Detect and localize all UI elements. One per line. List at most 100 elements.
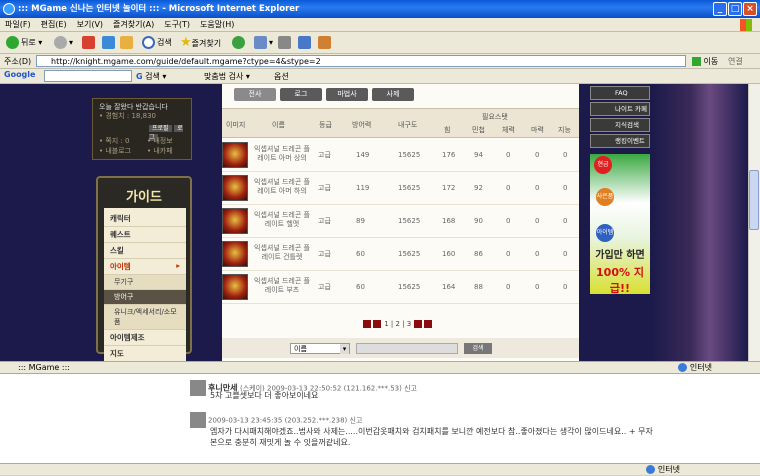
- item-name[interactable]: 익셉셔널 드레곤 플레이트 부츠: [252, 277, 312, 295]
- item-def: 119: [356, 184, 370, 192]
- back-button[interactable]: 뒤로 ▾: [6, 35, 42, 51]
- item-str: 164: [442, 283, 456, 291]
- mycafe-link[interactable]: • 내카페: [141, 147, 173, 156]
- spell-check-button[interactable]: 맞춤법 검사 ▾: [204, 71, 250, 82]
- item-str: 176: [442, 151, 456, 159]
- maximize-button[interactable]: □: [728, 2, 742, 16]
- menu-tools[interactable]: 도구(T): [159, 18, 195, 31]
- ad-line1: 가입만 하면: [595, 250, 645, 261]
- stop-button[interactable]: [82, 35, 97, 51]
- myinfo-link[interactable]: • 내정보: [141, 137, 173, 146]
- menu-view[interactable]: 보기(V): [72, 18, 108, 31]
- table-row[interactable]: 익셉셔널 드레곤 플레이트 아머 상의 고급 149 15625 176 94 …: [222, 139, 579, 172]
- scroll-thumb[interactable]: [749, 170, 759, 230]
- item-def: 149: [356, 151, 370, 159]
- gift-badge: 사은품: [596, 188, 614, 206]
- comment-text: 엠자가 다시패치해야겠죠..법사와 사제는.....이번갑옷패치와 검치패치를 …: [210, 427, 653, 436]
- go-button[interactable]: 이동: [692, 56, 718, 67]
- menu-help[interactable]: 도움말(H): [195, 18, 239, 31]
- search-type-select[interactable]: 이름 ▾: [290, 343, 350, 354]
- item-grade: 고급: [318, 217, 331, 225]
- menu-file[interactable]: 파일(F): [0, 18, 36, 31]
- guide-sub-unique[interactable]: 유니크/액세서리/소모품: [104, 305, 186, 330]
- forward-button[interactable]: ▾: [54, 35, 73, 51]
- guide-sub-armor[interactable]: 방어구: [104, 290, 186, 305]
- back-arrow-icon: [6, 36, 19, 49]
- options-button[interactable]: 옵션: [274, 71, 289, 82]
- item-grade: 고급: [318, 250, 331, 258]
- tab-warrior[interactable]: 전사: [234, 88, 276, 101]
- arrow-right-icon: ▸: [176, 261, 180, 270]
- knowledge-search-button[interactable]: 지식검색: [590, 118, 650, 132]
- history-button[interactable]: [232, 35, 247, 51]
- item-name[interactable]: 익셉셔널 드레곤 플레이트 건틀렛: [252, 244, 312, 262]
- header-dur: 내구도: [398, 121, 418, 129]
- last-page-button[interactable]: [424, 320, 433, 328]
- search-button[interactable]: 검색: [142, 35, 172, 51]
- signup-ad-banner[interactable]: 현금 사은품 아이템 가입만 하면 100% 지급!!: [590, 154, 650, 295]
- decorative-figure: [652, 84, 748, 361]
- item-str: 160: [442, 250, 456, 258]
- zone-text: 인터넷: [678, 362, 712, 374]
- favorites-button[interactable]: ★즐겨찾기: [180, 35, 221, 51]
- tab-mage[interactable]: 마법사: [326, 88, 368, 101]
- item-name[interactable]: 익셉셔널 드레곤 플레이트 아머 하의: [252, 178, 312, 196]
- pagination: 1 | 2 | 3: [362, 320, 433, 330]
- refresh-button[interactable]: [102, 35, 117, 51]
- item-name[interactable]: 익셉셔널 드레곤 플레이트 헬멧: [252, 211, 312, 229]
- table-row[interactable]: 익셉셔널 드레곤 플레이트 헬멧 고급 89 15625 168 90 0 0 …: [222, 205, 579, 238]
- note-link[interactable]: • 쪽지 : 0: [93, 137, 130, 146]
- search-icon: [142, 36, 155, 49]
- item-grade: 고급: [318, 283, 331, 291]
- comment-item: 2009-03-13 23:45:35 (203.252.***.238) 신고…: [190, 412, 660, 448]
- messenger-button[interactable]: [318, 35, 333, 51]
- menu-bar: 파일(F) 편집(E) 보기(V) 즐겨찾기(A) 도구(T) 도움말(H): [0, 18, 760, 32]
- print-button[interactable]: [278, 35, 293, 51]
- mail-icon: [254, 36, 267, 49]
- guide-item-item[interactable]: 아이템 ▸: [104, 259, 186, 275]
- menu-edit[interactable]: 편집(E): [36, 18, 72, 31]
- table-row[interactable]: 익셉셔널 드레곤 플레이트 부츠 고급 60 15625 164 88 0 0 …: [222, 271, 579, 304]
- guide-item-character[interactable]: 캐릭터: [104, 211, 186, 227]
- item-name[interactable]: 익셉셔널 드레곤 플레이트 아머 상의: [252, 145, 312, 163]
- google-search-input[interactable]: [44, 70, 132, 82]
- class-tabs: 전사 로그 마법사 사제: [234, 88, 418, 101]
- ranking-event-button[interactable]: 랭킹이벤트: [590, 134, 650, 148]
- myblog-link[interactable]: • 내블로그: [93, 147, 131, 156]
- page-numbers[interactable]: 1 | 2 | 3: [384, 320, 411, 328]
- menu-favorites[interactable]: 즐겨찾기(A): [108, 18, 159, 31]
- search-button[interactable]: 검색: [464, 343, 492, 354]
- edit-button[interactable]: [298, 35, 313, 51]
- tab-rogue[interactable]: 로그: [280, 88, 322, 101]
- guide-item-quest[interactable]: 퀘스트: [104, 227, 186, 243]
- guide-menu: 가이드 캐릭터 퀘스트 스킬 아이템 ▸ 무기구 방어구 유니크/액세서리/소모…: [96, 176, 192, 365]
- header-name: 이름: [272, 121, 285, 129]
- first-page-button[interactable]: [363, 320, 371, 328]
- comment-text-cont: 본으로 충분히 재밋게 놀 수 잇을꺼같네요.: [210, 438, 351, 447]
- tab-priest[interactable]: 사제: [372, 88, 414, 101]
- prev-page-button[interactable]: [373, 320, 381, 328]
- profile-button[interactable]: 프로필: [149, 125, 172, 132]
- google-search-button[interactable]: G 검색 ▾: [136, 71, 166, 82]
- knight-cafe-button[interactable]: 나이트 카페: [590, 102, 650, 116]
- search-row: 이름 ▾ 검색: [222, 338, 579, 358]
- mail-button[interactable]: ▾: [254, 35, 273, 51]
- frame-status-bar: ::: MGame ::: 인터넷: [0, 361, 760, 374]
- guide-item-map[interactable]: 지도: [104, 346, 186, 362]
- item-int: 0: [535, 217, 540, 225]
- home-button[interactable]: [120, 35, 135, 51]
- faq-button[interactable]: FAQ: [590, 86, 650, 100]
- guide-item-skill[interactable]: 스킬: [104, 243, 186, 259]
- minimize-button[interactable]: _: [713, 2, 727, 16]
- table-row[interactable]: 익셉셔널 드레곤 플레이트 아머 하의 고급 119 15625 172 92 …: [222, 172, 579, 205]
- next-page-button[interactable]: [414, 320, 423, 328]
- links-button[interactable]: 연결: [728, 56, 743, 67]
- item-dur: 15625: [398, 184, 421, 192]
- table-row[interactable]: 익셉셔널 드레곤 플레이트 건틀렛 고급 60 15625 160 86 0 0…: [222, 238, 579, 271]
- search-input[interactable]: [356, 343, 458, 354]
- close-button[interactable]: ×: [743, 2, 757, 16]
- guide-sub-weapon[interactable]: 무기구: [104, 275, 186, 290]
- address-field[interactable]: http://knight.mgame.com/guide/default.mg…: [36, 55, 686, 67]
- item-int: 0: [535, 184, 540, 192]
- guide-item-craft[interactable]: 아이템제조: [104, 330, 186, 346]
